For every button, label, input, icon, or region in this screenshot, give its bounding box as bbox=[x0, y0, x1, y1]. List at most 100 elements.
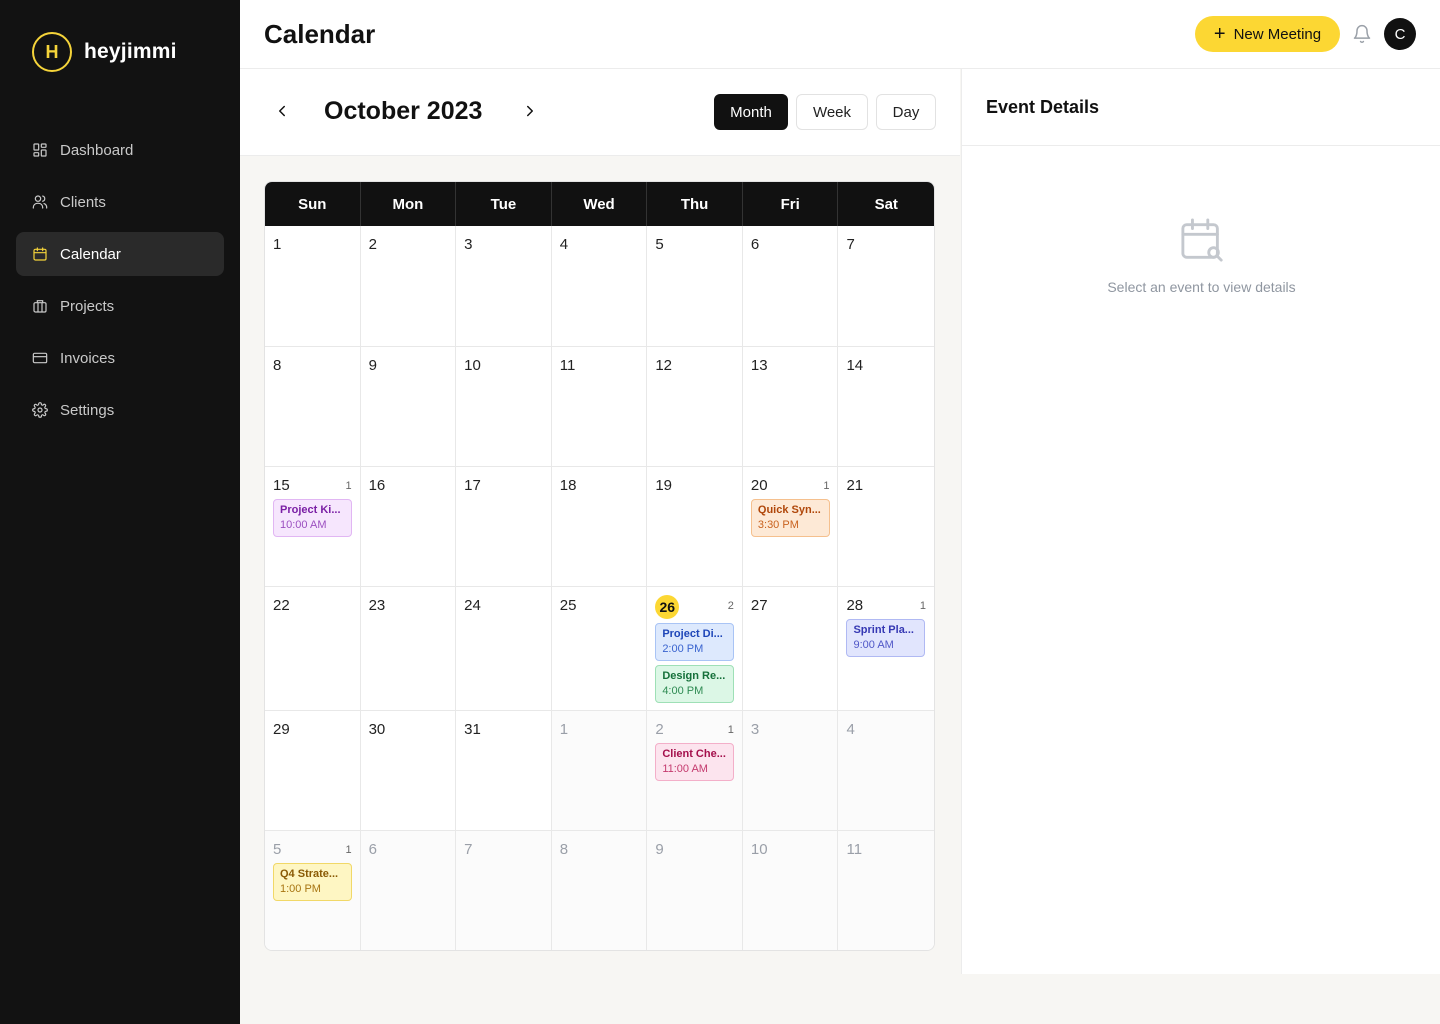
day-cell[interactable]: 9 bbox=[360, 347, 457, 466]
date-number: 29 bbox=[273, 721, 290, 738]
day-cell[interactable]: 4 bbox=[551, 226, 648, 346]
date-number: 31 bbox=[464, 721, 481, 738]
view-day-button[interactable]: Day bbox=[876, 94, 936, 130]
sidebar-item-label: Invoices bbox=[60, 349, 116, 367]
day-cell[interactable]: 6 bbox=[360, 831, 457, 950]
weekday-label: Sun bbox=[265, 182, 361, 226]
week-row: 8 9 10 11 12 13 14 bbox=[265, 346, 934, 466]
avatar[interactable]: C bbox=[1384, 18, 1416, 50]
date-number: 13 bbox=[750, 357, 768, 374]
event-chip[interactable]: Quick Syn... 3:30 PM bbox=[750, 499, 830, 537]
event-chip[interactable]: Client Che... 11:00 AM bbox=[655, 743, 735, 781]
day-cell[interactable]: 5 bbox=[647, 226, 743, 346]
sidebar-item-dashboard[interactable]: Dashboard bbox=[16, 128, 224, 172]
day-cell[interactable]: 17 bbox=[456, 467, 552, 586]
day-cell[interactable]: 25 bbox=[551, 587, 648, 710]
day-cell[interactable]: 16 bbox=[360, 467, 457, 586]
day-cell[interactable]: 19 bbox=[647, 467, 743, 586]
day-cell[interactable]: 7 bbox=[456, 831, 552, 950]
event-time: 3:30 PM bbox=[757, 519, 799, 531]
new-meeting-button[interactable]: + New Meeting bbox=[1195, 16, 1340, 52]
month-label: October 2023 bbox=[324, 97, 483, 125]
event-chip[interactable]: Design Re... 4:00 PM bbox=[655, 665, 735, 703]
event-chip[interactable]: Project Ki... 10:00 AM bbox=[273, 499, 352, 537]
sidebar-item-clients[interactable]: Clients bbox=[16, 180, 224, 224]
details-title: Event Details bbox=[986, 97, 1100, 117]
day-cell[interactable]: 26 2 Project Di... 2:00 PM Design Re... 4:00 … bbox=[647, 587, 743, 710]
sidebar-item-calendar[interactable]: Calendar bbox=[16, 232, 224, 276]
day-cell[interactable]: 22 bbox=[265, 587, 361, 710]
day-cell[interactable]: 12 bbox=[647, 347, 743, 466]
day-cell[interactable]: 31 bbox=[456, 711, 552, 830]
day-cell[interactable]: 7 bbox=[838, 226, 934, 346]
day-cell[interactable]: 8 bbox=[265, 347, 361, 466]
day-cell[interactable]: 24 bbox=[456, 587, 552, 710]
day-cell[interactable]: 4 bbox=[838, 711, 934, 830]
brand[interactable]: H heyjimmi bbox=[32, 32, 177, 72]
top-header: Calendar + New Meeting C bbox=[240, 0, 1440, 69]
day-cell[interactable]: 13 bbox=[742, 347, 839, 466]
day-cell[interactable]: 2 bbox=[360, 226, 457, 346]
day-cell[interactable]: 5 1 Q4 Strate... 1:00 PM bbox=[265, 831, 361, 950]
date-number: 4 bbox=[846, 721, 855, 738]
day-cell[interactable]: 3 bbox=[456, 226, 552, 346]
day-cell[interactable]: 1 bbox=[551, 711, 648, 830]
day-cell[interactable]: 1 bbox=[265, 226, 361, 346]
day-cell[interactable]: 10 bbox=[742, 831, 839, 950]
day-cell[interactable]: 11 bbox=[551, 347, 648, 466]
event-chip[interactable]: Q4 Strate... 1:00 PM bbox=[273, 863, 352, 901]
sidebar-item-invoices[interactable]: Invoices bbox=[16, 336, 224, 380]
date-number: 9 bbox=[368, 357, 377, 374]
date-number: 22 bbox=[273, 597, 290, 614]
day-cell[interactable]: 14 bbox=[838, 347, 934, 466]
day-cell[interactable]: 9 bbox=[647, 831, 743, 950]
sidebar-item-label: Clients bbox=[60, 193, 106, 211]
day-cell[interactable]: 15 1 Project Ki... 10:00 AM bbox=[265, 467, 361, 586]
plus-icon: + bbox=[1213, 23, 1226, 45]
empty-state-text: Select an event to view details bbox=[1107, 279, 1296, 295]
day-cell[interactable]: 8 bbox=[551, 831, 648, 950]
day-cell[interactable]: 18 bbox=[551, 467, 648, 586]
next-month-button[interactable] bbox=[516, 97, 544, 125]
page-title: Calendar bbox=[264, 19, 376, 49]
day-cell[interactable]: 21 bbox=[838, 467, 934, 586]
day-cell[interactable]: 20 1 Quick Syn... 3:30 PM bbox=[742, 467, 839, 586]
sidebar-item-projects[interactable]: Projects bbox=[16, 284, 224, 328]
event-time: 10:00 AM bbox=[280, 519, 327, 531]
week-row: 29 30 31 1 2 1 Client Che... 11:00 AM 3 4 bbox=[265, 710, 934, 830]
day-cell[interactable]: 27 bbox=[742, 587, 839, 710]
event-chip[interactable]: Project Di... 2:00 PM bbox=[655, 623, 735, 661]
date-number: 19 bbox=[655, 477, 672, 494]
day-cell[interactable]: 3 bbox=[742, 711, 839, 830]
event-title: Project Ki... bbox=[280, 504, 341, 516]
event-time: 9:00 AM bbox=[853, 639, 894, 651]
day-cell[interactable]: 30 bbox=[360, 711, 457, 830]
day-cell[interactable]: 6 bbox=[742, 226, 839, 346]
prev-month-button[interactable] bbox=[268, 97, 296, 125]
brand-logo: H bbox=[32, 32, 72, 72]
view-month-button[interactable]: Month bbox=[714, 94, 788, 130]
day-cell[interactable]: 11 bbox=[838, 831, 934, 950]
event-chip[interactable]: Sprint Pla... 9:00 AM bbox=[846, 619, 926, 657]
week-row: 1 2 3 4 5 6 7 bbox=[265, 226, 934, 346]
weekday-label: Fri bbox=[743, 182, 839, 226]
month-grid: Sun Mon Tue Wed Thu Fri Sat 1 2 3 4 5 6 7 8 9 10 11 12 13 1… bbox=[264, 181, 935, 951]
dashboard-icon bbox=[32, 142, 48, 158]
weekday-header: Sun Mon Tue Wed Thu Fri Sat bbox=[265, 182, 934, 226]
date-number: 3 bbox=[750, 721, 760, 738]
sidebar-nav: Dashboard Clients Calendar Projects Invoices… bbox=[16, 128, 224, 440]
event-time: 2:00 PM bbox=[662, 643, 704, 655]
event-count: 1 bbox=[727, 724, 734, 736]
day-cell[interactable]: 2 1 Client Che... 11:00 AM bbox=[647, 711, 743, 830]
date-number: 18 bbox=[559, 477, 577, 494]
sidebar-item-settings[interactable]: Settings bbox=[16, 388, 224, 432]
day-cell[interactable]: 28 1 Sprint Pla... 9:00 AM bbox=[838, 587, 934, 710]
chevron-right-icon bbox=[527, 105, 533, 117]
bell-icon[interactable] bbox=[1352, 24, 1372, 44]
event-count: 1 bbox=[345, 844, 352, 856]
day-cell[interactable]: 23 bbox=[360, 587, 457, 710]
day-cell[interactable]: 10 bbox=[456, 347, 552, 466]
view-week-button[interactable]: Week bbox=[796, 94, 868, 130]
day-cell[interactable]: 29 bbox=[265, 711, 361, 830]
date-number: 28 bbox=[846, 597, 864, 614]
